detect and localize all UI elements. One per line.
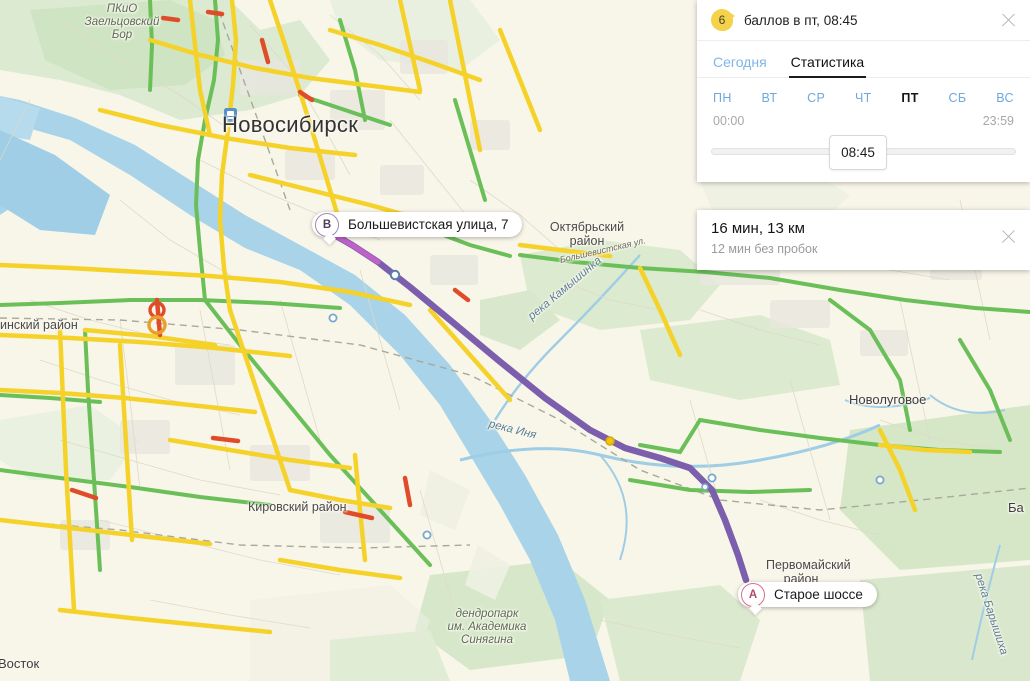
close-icon[interactable] (1000, 228, 1017, 245)
traffic-score-badge: 6 (711, 9, 735, 31)
route-marker-a[interactable]: A Старое шоссе (738, 582, 877, 615)
day-sb[interactable]: СБ (948, 91, 966, 105)
traffic-stats-panel: 6 баллов в пт, 08:45 Сегодня Статистика … (697, 0, 1030, 182)
traffic-score-value: 6 (718, 13, 726, 27)
day-cht[interactable]: ЧТ (855, 91, 872, 105)
day-vs[interactable]: ВС (996, 91, 1014, 105)
stats-tabs: Сегодня Статистика (697, 41, 1030, 78)
close-icon[interactable] (1000, 12, 1017, 29)
time-end-label: 23:59 (982, 114, 1014, 128)
time-slider[interactable]: 08:45 (711, 132, 1016, 172)
marker-a-label: Старое шоссе (774, 587, 863, 602)
route-marker-b[interactable]: В Большевистская улица, 7 (312, 212, 523, 245)
marker-a-icon: A (741, 582, 765, 615)
stats-panel-title: баллов в пт, 08:45 (744, 12, 858, 28)
map-application: ПКиО Заельцовский Бор Новосибирск Октябр… (0, 0, 1030, 681)
marker-b-label: Большевистская улица, 7 (348, 217, 509, 232)
marker-a-letter: A (748, 588, 758, 601)
stats-panel-header: 6 баллов в пт, 08:45 (697, 0, 1030, 41)
weekday-selector: ПН ВТ СР ЧТ ПТ СБ ВС (697, 78, 1030, 109)
day-sr[interactable]: СР (807, 91, 825, 105)
route-summary-panel: 16 мин, 13 км 12 мин без пробок (697, 210, 1030, 270)
day-vt[interactable]: ВТ (761, 91, 777, 105)
day-pn[interactable]: ПН (713, 91, 732, 105)
route-no-traffic-time: 12 мин без пробок (711, 242, 818, 256)
time-slider-handle[interactable]: 08:45 (829, 135, 887, 170)
tab-statistika[interactable]: Статистика (788, 54, 866, 78)
route-summary-content: 16 мин, 13 км 12 мин без пробок (697, 210, 1030, 256)
marker-b-icon: В (315, 212, 339, 245)
route-duration-distance: 16 мин, 13 км (711, 220, 805, 237)
time-range-labels: 00:00 23:59 (697, 109, 1030, 128)
time-start-label: 00:00 (713, 114, 745, 128)
tab-segodnya[interactable]: Сегодня (713, 54, 767, 77)
marker-b-letter: В (322, 218, 332, 231)
day-pt[interactable]: ПТ (901, 91, 918, 105)
